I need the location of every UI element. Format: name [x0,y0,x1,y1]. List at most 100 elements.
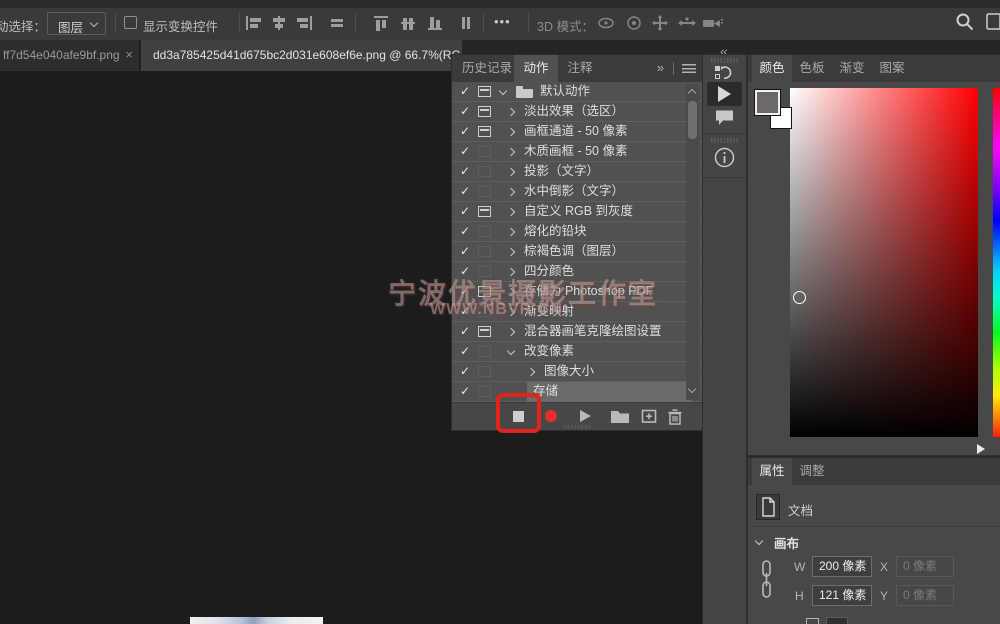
color-picker-ring[interactable] [793,291,806,304]
chevron-down-icon[interactable] [507,347,515,355]
chevron-right-icon[interactable] [507,328,515,336]
chevron-down-icon[interactable] [755,537,763,545]
dialog-toggle-icon[interactable] [478,166,491,177]
check-icon[interactable]: ✓ [460,104,470,118]
dialog-toggle-icon[interactable] [478,186,491,197]
panel-overflow-icon[interactable]: » [657,60,664,75]
actions-scrollbar[interactable] [686,84,699,400]
align-left-icon[interactable] [245,15,263,31]
check-icon[interactable]: ✓ [460,224,470,238]
chevron-down-icon[interactable] [499,87,507,95]
chevron-right-icon[interactable] [507,188,515,196]
action-row[interactable]: ✓改变像素 [452,342,702,362]
scroll-down-icon[interactable] [688,385,696,393]
check-icon[interactable]: ✓ [460,204,470,218]
dialog-toggle-icon[interactable] [478,126,491,137]
width-input[interactable]: 200 像素 [812,556,872,577]
selected-action[interactable]: 存储 [527,382,692,402]
chevron-right-icon[interactable] [507,288,515,296]
dialog-toggle-icon[interactable] [478,226,491,237]
dialog-toggle-icon[interactable] [478,346,491,357]
drag-grip[interactable] [711,58,738,63]
show-transform-checkbox[interactable] [124,16,137,29]
new-set-folder-icon[interactable] [610,409,630,429]
actions-panel-icon[interactable] [707,82,742,106]
chevron-right-icon[interactable] [507,148,515,156]
action-row[interactable]: ✓渐变映射 [452,302,702,322]
dialog-toggle-icon[interactable] [478,106,491,117]
align-top-icon[interactable] [373,15,391,31]
more-options-icon[interactable]: ••• [494,14,511,29]
3d-camera-icon[interactable] [702,15,720,31]
check-icon[interactable]: ✓ [460,244,470,258]
notes-panel-icon[interactable] [714,109,735,131]
tab-actions[interactable]: 动作 [514,55,558,82]
action-row[interactable]: ✓淡出效果（选区） [452,102,702,122]
y-input[interactable]: 0 像素 [896,585,954,606]
close-icon[interactable]: × [125,47,133,62]
tab-color[interactable]: 颜色 [752,55,792,82]
check-icon[interactable]: ✓ [460,384,470,398]
check-icon[interactable]: ✓ [460,304,470,318]
check-icon[interactable]: ✓ [460,364,470,378]
layer-select-dropdown[interactable]: 图层 [47,12,106,35]
check-icon[interactable]: ✓ [460,284,470,298]
tab-notes[interactable]: 注释 [558,55,602,82]
workspace-layout-icon[interactable] [986,12,1000,32]
action-row[interactable]: ✓默认动作 [452,82,702,102]
check-icon[interactable]: ✓ [460,84,470,98]
scroll-up-icon[interactable] [688,89,696,97]
dialog-toggle-icon[interactable] [478,326,491,337]
dialog-toggle-icon[interactable] [478,286,491,297]
foreground-color-swatch[interactable] [754,89,781,116]
tab-swatches[interactable]: 色板 [792,55,832,82]
check-icon[interactable]: ✓ [460,184,470,198]
check-icon[interactable]: ✓ [460,324,470,338]
info-panel-icon[interactable] [714,147,735,173]
chevron-right-icon[interactable] [507,208,515,216]
check-icon[interactable]: ✓ [460,144,470,158]
dialog-toggle-icon[interactable] [478,386,491,397]
chevron-right-icon[interactable] [507,248,515,256]
dialog-toggle-icon[interactable] [478,366,491,377]
action-row[interactable]: ✓四分颜色 [452,262,702,282]
action-row[interactable]: ✓画框通道 - 50 像素 [452,122,702,142]
align-center-horizontal-icon[interactable] [270,15,288,31]
panel-resize-grip[interactable] [564,425,592,429]
action-row[interactable]: ✓木质画框 - 50 像素 [452,142,702,162]
distribute-vertical-icon[interactable] [457,15,475,31]
drag-grip[interactable] [711,138,738,143]
chevron-right-icon[interactable] [507,128,515,136]
hue-slider-pointer-icon[interactable] [977,444,985,454]
align-right-icon[interactable] [295,15,313,31]
tab-history[interactable]: 历史记录 [460,55,514,82]
chevron-right-icon[interactable] [507,308,515,316]
action-row[interactable]: ✓熔化的铅块 [452,222,702,242]
document-tab-active[interactable]: dd3a785425d41d675bc2d031e608ef6e.png @ 6… [141,40,462,71]
new-action-icon[interactable] [641,409,657,429]
align-bottom-icon[interactable] [427,15,445,31]
dialog-toggle-icon[interactable] [478,266,491,277]
check-icon[interactable]: ✓ [460,164,470,178]
chevron-right-icon[interactable] [507,168,515,176]
action-row[interactable]: ✓ 存储 [452,382,702,402]
action-row[interactable]: ✓图像大小 [452,362,702,382]
hue-slider[interactable] [993,88,1000,437]
tab-adjustments[interactable]: 调整 [792,458,832,485]
search-icon[interactable] [955,12,975,32]
check-icon[interactable]: ✓ [460,344,470,358]
dialog-toggle-icon[interactable] [478,206,491,217]
check-icon[interactable]: ✓ [460,264,470,278]
3d-orbit-icon[interactable] [596,15,614,31]
action-row[interactable]: ✓水中倒影（文字） [452,182,702,202]
dialog-toggle-icon[interactable] [478,146,491,157]
dialog-toggle-icon[interactable] [478,86,491,97]
align-middle-vertical-icon[interactable] [400,15,418,31]
check-icon[interactable]: ✓ [460,124,470,138]
chevron-right-icon[interactable] [507,228,515,236]
panel-menu-icon[interactable] [682,64,696,73]
tab-properties[interactable]: 属性 [752,458,792,485]
height-input[interactable]: 121 像素 [812,585,872,606]
begin-recording-button[interactable] [545,410,557,422]
action-row[interactable]: ✓棕褐色调（图层） [452,242,702,262]
